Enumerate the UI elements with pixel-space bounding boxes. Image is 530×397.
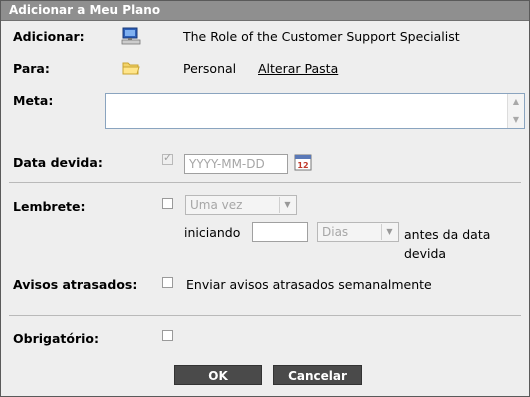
starting-label: iniciando bbox=[184, 225, 241, 240]
overdue-text: Enviar avisos atrasados semanalmente bbox=[186, 277, 432, 292]
computer-icon bbox=[121, 27, 141, 49]
scroll-up-icon[interactable]: ▲ bbox=[508, 94, 524, 110]
overdue-checkbox[interactable] bbox=[162, 277, 173, 288]
calendar-icon[interactable]: 12 bbox=[294, 153, 312, 175]
add-label: Adicionar: bbox=[13, 29, 85, 44]
folder-name: Personal bbox=[183, 61, 237, 76]
content-title: The Role of the Customer Support Special… bbox=[183, 29, 460, 44]
days-input[interactable] bbox=[252, 222, 308, 242]
chevron-down-icon: ▼ bbox=[381, 224, 397, 240]
ok-button[interactable]: OK bbox=[174, 365, 262, 385]
divider bbox=[9, 315, 521, 316]
folder-icon bbox=[122, 59, 140, 80]
required-label: Obrigatório: bbox=[13, 331, 100, 346]
add-to-plan-dialog: Adicionar a Meu Plano Adicionar: The Rol… bbox=[0, 0, 530, 397]
dialog-title: Adicionar a Meu Plano bbox=[9, 3, 161, 17]
cancel-button[interactable]: Cancelar bbox=[273, 365, 362, 385]
divider bbox=[9, 182, 521, 183]
svg-text:12: 12 bbox=[297, 161, 308, 170]
overdue-label: Avisos atrasados: bbox=[13, 277, 138, 292]
due-date-label: Data devida: bbox=[13, 155, 103, 170]
title-bar[interactable]: Adicionar a Meu Plano bbox=[1, 1, 529, 21]
reminder-frequency-value: Uma vez bbox=[190, 198, 243, 212]
scroll-down-icon[interactable]: ▼ bbox=[508, 112, 524, 128]
before-due-text: antes da data devida bbox=[404, 227, 491, 261]
goal-scrollbar[interactable]: ▲ ▼ bbox=[507, 94, 524, 128]
chevron-down-icon: ▼ bbox=[279, 197, 295, 213]
reminder-label: Lembrete: bbox=[13, 199, 86, 214]
reminder-checkbox[interactable] bbox=[162, 198, 173, 209]
to-label: Para: bbox=[13, 61, 50, 76]
reminder-frequency-select[interactable]: Uma vez ▼ bbox=[185, 195, 297, 215]
reminder-unit-select[interactable]: Dias ▼ bbox=[317, 222, 399, 242]
due-date-checkbox[interactable] bbox=[162, 151, 173, 165]
reminder-unit-value: Dias bbox=[322, 225, 349, 239]
goal-label: Meta: bbox=[13, 93, 54, 108]
goal-textarea[interactable]: ▲ ▼ bbox=[105, 93, 525, 129]
due-date-input[interactable]: YYYY-MM-DD bbox=[184, 154, 288, 174]
change-folder-link[interactable]: Alterar Pasta bbox=[258, 61, 338, 76]
required-checkbox[interactable] bbox=[162, 330, 173, 341]
